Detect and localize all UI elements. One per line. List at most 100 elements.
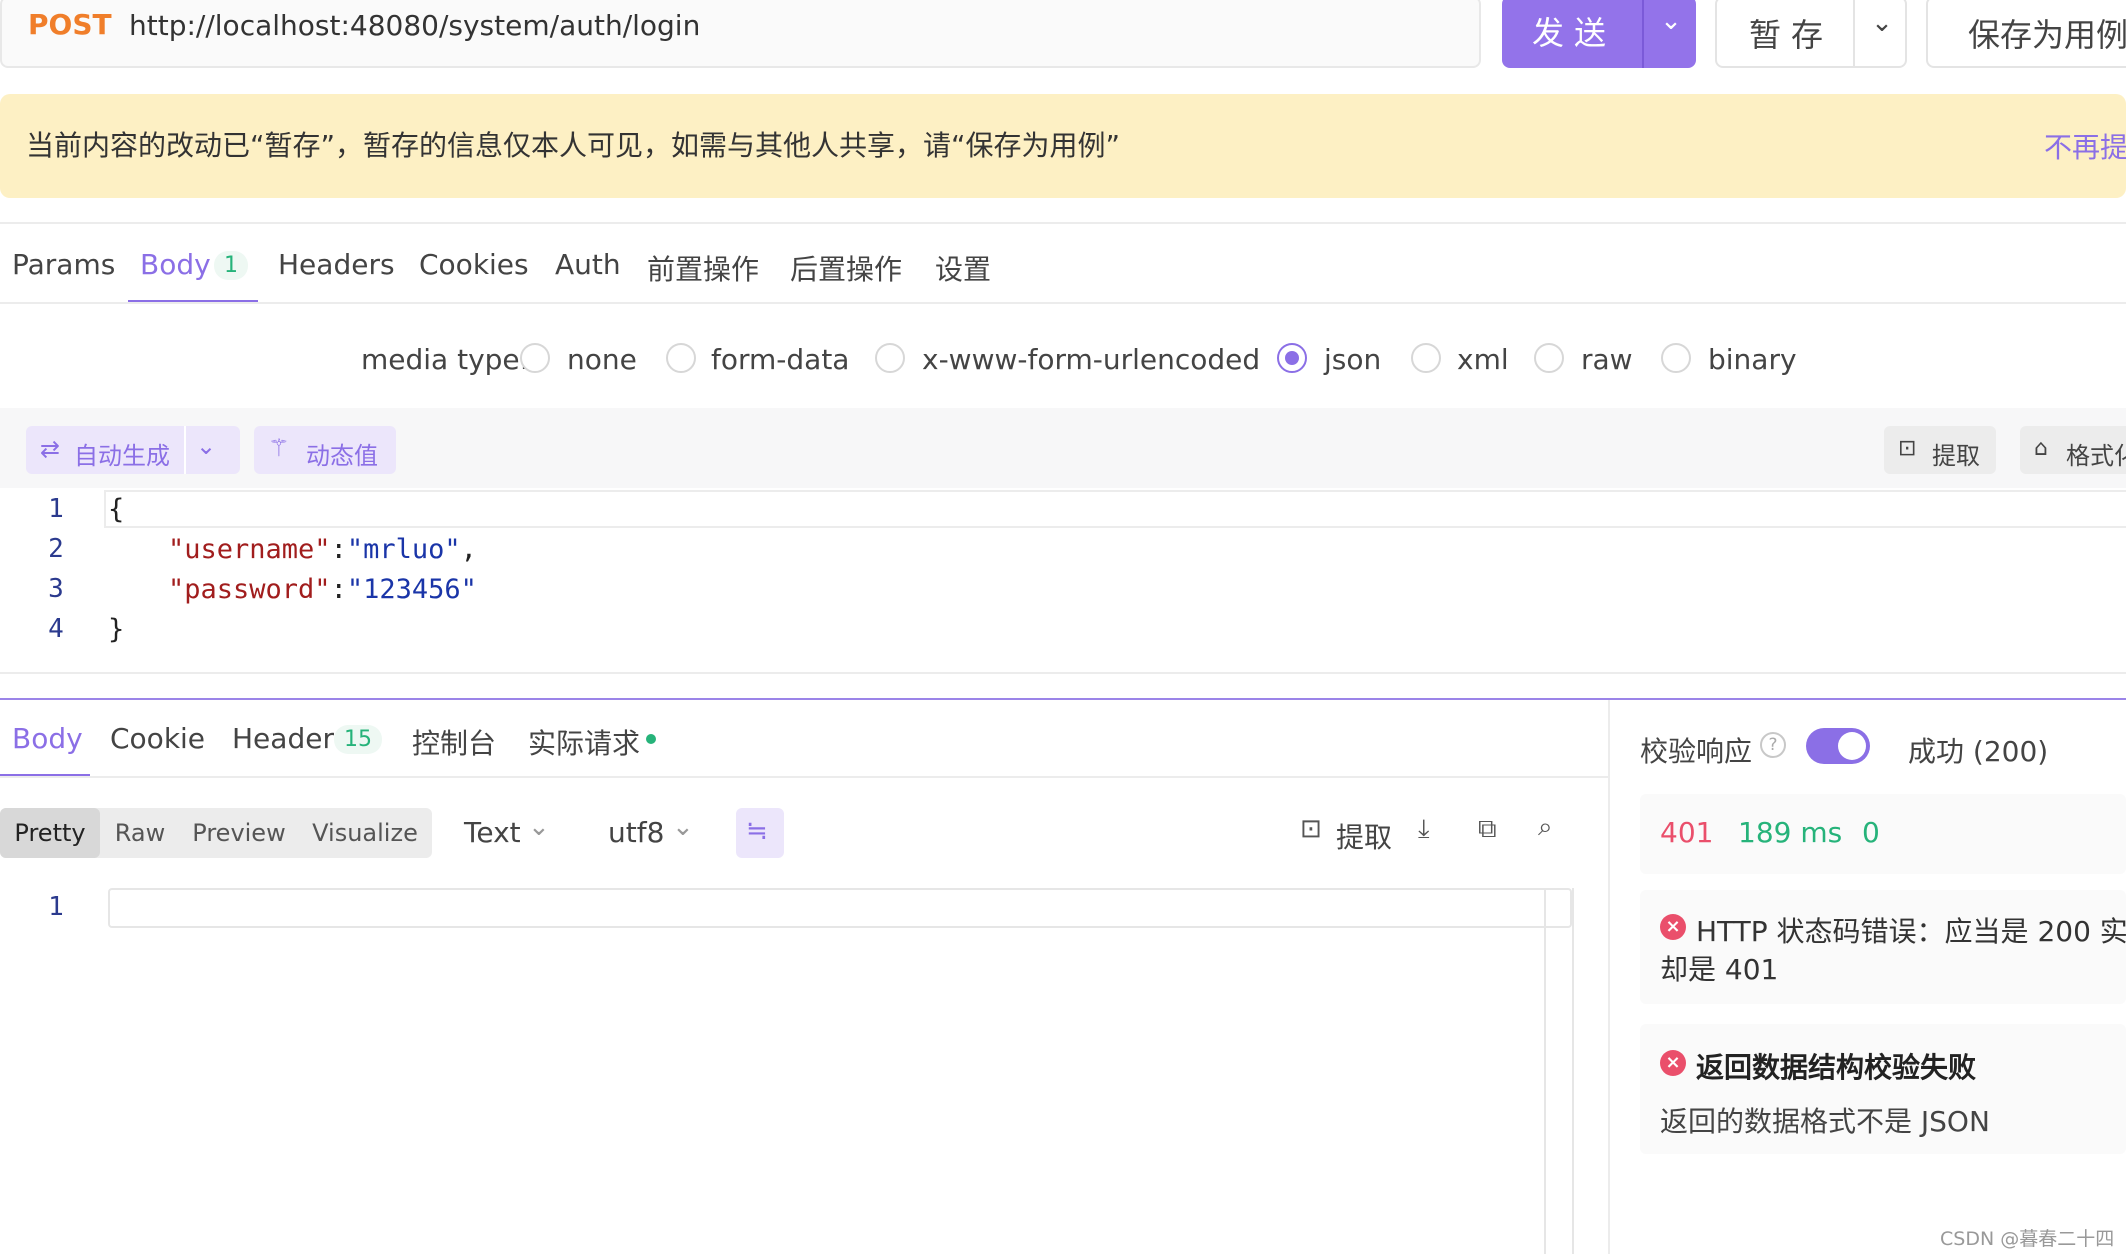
send-divider — [1642, 0, 1644, 68]
editor-scroll-track[interactable] — [1544, 888, 1546, 1254]
stash-divider — [1853, 0, 1855, 66]
save-as-case-button[interactable]: 保存为用例 — [1926, 0, 2126, 68]
validation-result: 成功 (200) — [1908, 735, 2049, 768]
tab-params[interactable]: Params — [12, 248, 115, 281]
dynamic-value-button[interactable]: ⚚ 动态值 — [254, 426, 396, 474]
code-line[interactable]: { — [108, 494, 124, 525]
radio-none[interactable] — [520, 343, 550, 373]
stash-button[interactable]: 暂存 ⌄ — [1715, 0, 1907, 68]
json-key: "username" — [168, 534, 331, 565]
copy-icon[interactable]: ⧉ — [1478, 814, 1497, 845]
watermark: CSDN @暮春二十四 — [1940, 1228, 2115, 1250]
line-number: 2 — [48, 534, 64, 564]
divider — [0, 776, 1608, 778]
code-line[interactable]: "username":"mrluo", — [168, 534, 477, 565]
chevron-down-icon[interactable]: ⌄ — [1857, 8, 1907, 48]
response-extract-label[interactable]: 提取 — [1336, 816, 1392, 856]
view-mode-selector: Pretty Raw Preview Visualize — [0, 808, 432, 858]
vertical-divider[interactable] — [1608, 700, 1610, 1254]
send-label: 发送 — [1532, 14, 1617, 52]
response-time: 189 ms — [1738, 816, 1843, 849]
panel-resize-handle[interactable] — [0, 698, 2126, 700]
status-code-error-card: × HTTP 状态码错误：应当是 200 实 却是 401 — [1640, 890, 2126, 1004]
divider — [0, 672, 2126, 674]
extract-icon: ⊡ — [1898, 436, 1917, 461]
current-line-highlight — [104, 490, 2126, 528]
tab-cookies[interactable]: Cookies — [419, 248, 529, 281]
tab-headers[interactable]: Headers — [278, 248, 395, 281]
error-message-line2: 却是 401 — [1660, 953, 1779, 986]
url-bar[interactable]: POST http://localhost:48080/system/auth/… — [0, 0, 1481, 68]
search-icon[interactable]: ⌕ — [1538, 812, 1553, 843]
mode-raw[interactable]: Raw — [100, 808, 180, 858]
line-number: 3 — [48, 574, 64, 604]
tab-post-operations[interactable]: 后置操作 — [790, 248, 902, 288]
radio-xml[interactable] — [1411, 343, 1441, 373]
send-button[interactable]: 发送 ⌄ — [1502, 0, 1696, 68]
response-tab-body[interactable]: Body — [12, 722, 83, 755]
radio-label-raw: raw — [1581, 343, 1633, 376]
stash-label: 暂存 — [1749, 16, 1834, 54]
json-value: "123456" — [346, 574, 477, 605]
mode-pretty[interactable]: Pretty — [0, 808, 100, 858]
download-icon[interactable]: ⤓ — [1418, 814, 1430, 845]
line-number: 4 — [48, 614, 64, 644]
schema-error-card: × 返回数据结构校验失败 返回的数据格式不是 JSON — [1640, 1024, 2126, 1154]
schema-error-title: 返回数据结构校验失败 — [1696, 1051, 1977, 1084]
toggle-knob — [1838, 732, 1866, 760]
extract-button[interactable]: ⊡ 提取 — [1884, 426, 1996, 474]
json-colon: : — [330, 574, 347, 605]
radio-label-json: json — [1324, 343, 1382, 376]
extract-icon[interactable]: ⊡ — [1300, 814, 1322, 844]
schema-error-detail: 返回的数据格式不是 JSON — [1660, 1105, 1990, 1138]
dynamic-value-label: 动态值 — [306, 442, 378, 470]
response-tab-actual-request[interactable]: 实际请求 — [528, 722, 640, 762]
chevron-down-icon[interactable]: ⌄ — [1656, 6, 1686, 46]
pill-divider — [184, 426, 186, 474]
tab-settings[interactable]: 设置 — [935, 248, 991, 288]
format-button[interactable]: ⌂ 格式化 — [2020, 426, 2126, 474]
mode-preview[interactable]: Preview — [180, 808, 298, 858]
error-icon: × — [1660, 1050, 1686, 1076]
radio-label-none: none — [567, 343, 637, 376]
tab-auth[interactable]: Auth — [555, 248, 621, 281]
auto-generate-button[interactable]: ⇄ 自动生成 ⌄ — [26, 426, 240, 474]
radio-json[interactable] — [1277, 343, 1307, 373]
radio-binary[interactable] — [1661, 343, 1691, 373]
line-number: 1 — [48, 494, 64, 524]
divider — [0, 302, 2126, 304]
response-body-editor[interactable] — [108, 888, 1572, 928]
word-wrap-toggle[interactable]: ≒ — [736, 808, 784, 858]
encoding-select[interactable]: utf8 — [608, 816, 664, 849]
save-as-label: 保存为用例 — [1968, 16, 2126, 54]
media-type-label: media type: — [361, 343, 530, 376]
response-tab-console[interactable]: 控制台 — [412, 722, 496, 762]
mode-visualize[interactable]: Visualize — [298, 808, 432, 858]
status-code: 401 — [1660, 816, 1714, 849]
wrap-icon: ≒ — [746, 816, 768, 846]
response-tab-cookie[interactable]: Cookie — [110, 722, 205, 755]
radio-raw[interactable] — [1534, 343, 1564, 373]
banner-dismiss-link[interactable]: 不再提 — [2044, 126, 2126, 166]
tab-pre-operations[interactable]: 前置操作 — [647, 248, 759, 288]
chevron-down-icon[interactable]: ⌄ — [196, 432, 216, 460]
chevron-down-icon[interactable]: ⌄ — [672, 812, 694, 842]
radio-urlencoded[interactable] — [875, 343, 905, 373]
code-line[interactable]: } — [108, 614, 124, 645]
editor-border — [1572, 888, 1574, 1254]
response-tab-header[interactable]: Header — [232, 722, 334, 755]
radio-form-data[interactable] — [666, 343, 696, 373]
format-select[interactable]: Text — [464, 816, 521, 849]
validate-response-label: 校验响应 — [1640, 735, 1753, 768]
validate-response-toggle[interactable] — [1806, 728, 1870, 764]
help-icon[interactable]: ? — [1760, 732, 1786, 758]
chevron-down-icon[interactable]: ⌄ — [528, 812, 550, 842]
tab-body[interactable]: Body — [140, 248, 211, 281]
error-message-line1: HTTP 状态码错误：应当是 200 实 — [1696, 915, 2126, 948]
http-method[interactable]: POST — [28, 8, 112, 41]
url-input[interactable]: http://localhost:48080/system/auth/login — [129, 9, 700, 42]
json-key: "password" — [168, 574, 331, 605]
refresh-icon: ⇄ — [40, 435, 61, 463]
code-line[interactable]: "password":"123456" — [168, 574, 477, 605]
radio-label-binary: binary — [1708, 343, 1797, 376]
